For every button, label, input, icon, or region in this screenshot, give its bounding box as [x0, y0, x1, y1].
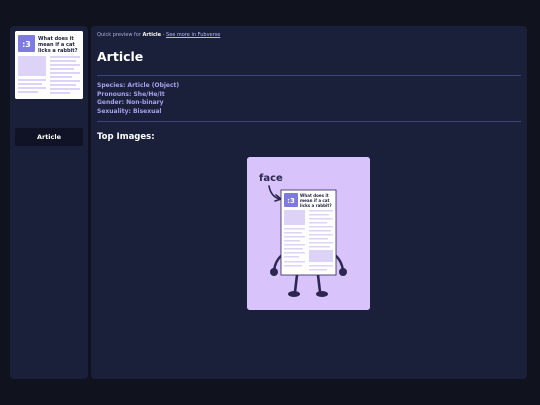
- svg-text::3: :3: [22, 40, 31, 49]
- breadcrumb-prefix: Quick preview for: [97, 32, 141, 38]
- svg-text:What does it mean if a: What does it mean if a cat licks a rabbi…: [300, 193, 332, 208]
- svg-text::3: :3: [287, 197, 295, 205]
- info-list: Species: Article (Object) Pronouns: She/…: [97, 82, 179, 116]
- info-pronouns: Pronouns: She/He/It: [97, 90, 165, 98]
- main-panel: Quick preview for Article - See more in …: [91, 26, 527, 379]
- divider: [97, 121, 521, 122]
- info-sexuality: Sexuality: Bisexual: [97, 107, 162, 115]
- breadcrumb: Quick preview for Article - See more in …: [97, 32, 220, 38]
- top-image-card[interactable]: face :3 What does it mean if a cat licks…: [247, 157, 370, 310]
- see-more-link[interactable]: See more in Fubverse: [166, 32, 220, 38]
- sidebar-thumbnail[interactable]: :3 What does it mean if a cat licks a ra…: [15, 31, 83, 99]
- divider: [97, 75, 521, 76]
- sidebar: :3 What does it mean if a cat licks a ra…: [10, 26, 88, 379]
- info-species: Species: Article (Object): [97, 82, 180, 89]
- svg-text:face: face: [259, 173, 283, 184]
- article-thumbnail-image: :3 What does it mean if a cat licks a ra…: [15, 31, 83, 99]
- article-mascot-image: face :3 What does it mean if a cat licks…: [247, 157, 370, 310]
- svg-text:What does it mean if a: What does it mean if a cat licks a rabbi…: [38, 36, 78, 54]
- info-gender: Gender: Non-binary: [97, 99, 164, 106]
- sidebar-item-label: Article: [36, 133, 62, 141]
- breadcrumb-current: Article: [142, 32, 162, 38]
- sidebar-item-article[interactable]: Article: [15, 128, 83, 146]
- section-title: Top Images:: [97, 132, 155, 142]
- page-title: Article: [97, 49, 144, 64]
- breadcrumb-separator: -: [162, 32, 165, 38]
